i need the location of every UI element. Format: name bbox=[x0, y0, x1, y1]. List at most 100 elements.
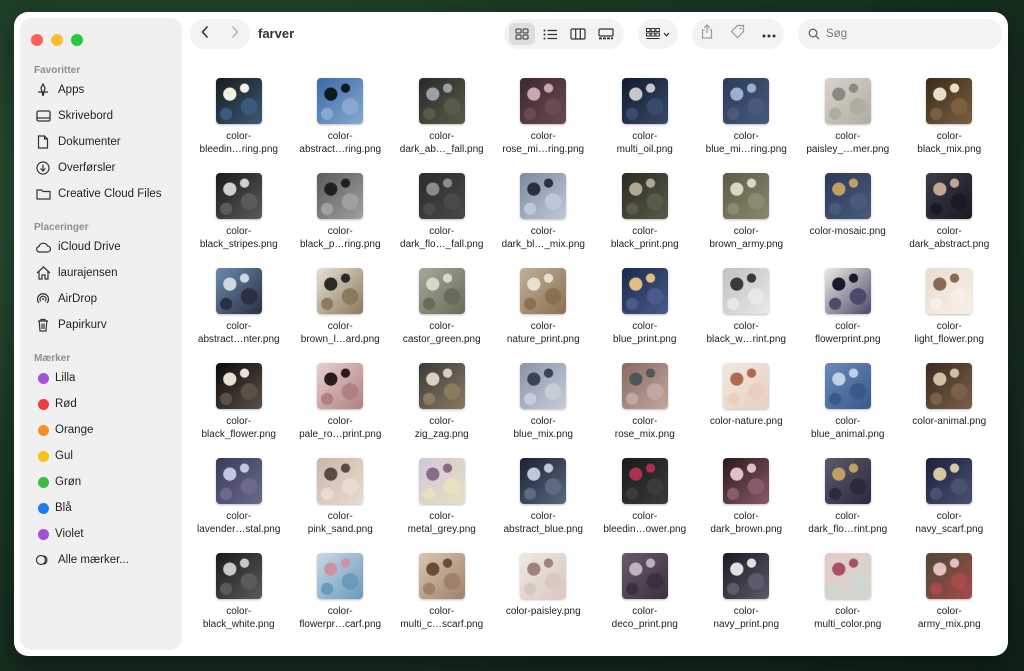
sidebar-item-trash[interactable]: Papirkurv bbox=[34, 314, 180, 336]
file-item[interactable]: color-black_print.png bbox=[594, 167, 696, 262]
file-item[interactable]: color-nature.png bbox=[696, 357, 798, 452]
file-item[interactable]: color-pale_ro…print.png bbox=[290, 357, 392, 452]
sidebar-tag-gron[interactable]: Grøn bbox=[34, 471, 180, 493]
file-item[interactable]: color-black_w…rint.png bbox=[696, 262, 798, 357]
file-item[interactable]: color-multi_oil.png bbox=[594, 72, 696, 167]
file-item[interactable]: color-blue_animal.png bbox=[797, 357, 899, 452]
file-item[interactable]: color-paisley.png bbox=[493, 547, 595, 642]
group-grid-icon bbox=[646, 28, 660, 39]
file-item[interactable]: color-navy_print.png bbox=[696, 547, 798, 642]
file-item[interactable]: color-light_flower.png bbox=[899, 262, 1001, 357]
file-item[interactable]: color-multi_c…scarf.png bbox=[391, 547, 493, 642]
file-item[interactable]: color-black_mix.png bbox=[899, 72, 1001, 167]
file-item[interactable]: color-pink_sand.png bbox=[290, 452, 392, 547]
file-item[interactable]: color-black_flower.png bbox=[188, 357, 290, 452]
file-name-line1: color- bbox=[835, 321, 861, 332]
file-item[interactable]: color-brown_army.png bbox=[696, 167, 798, 262]
minimize-window-button[interactable] bbox=[51, 34, 63, 46]
file-item[interactable]: color-bleedin…ower.png bbox=[594, 452, 696, 547]
file-item[interactable]: color-dark_ab…_fall.png bbox=[391, 72, 493, 167]
sidebar-tag-bla[interactable]: Blå bbox=[34, 497, 180, 519]
file-thumbnail bbox=[215, 363, 262, 409]
file-item[interactable]: color-abstract…ring.png bbox=[290, 72, 392, 167]
home-icon bbox=[34, 264, 52, 282]
sidebar-item-label: laurajensen bbox=[58, 267, 118, 279]
file-name-line2: pale_ro…print.png bbox=[299, 429, 382, 440]
file-item[interactable]: color-army_mix.png bbox=[899, 547, 1001, 642]
file-item[interactable]: color-blue_print.png bbox=[594, 262, 696, 357]
sidebar-tag-lilla[interactable]: Lilla bbox=[34, 367, 180, 389]
file-item[interactable]: color-dark_flo…_fall.png bbox=[391, 167, 493, 262]
tag-button[interactable] bbox=[730, 24, 745, 44]
sidebar-item-desktop[interactable]: Skrivebord bbox=[34, 105, 180, 127]
file-thumbnail bbox=[824, 78, 871, 124]
sidebar-item-creative-cloud[interactable]: Creative Cloud Files bbox=[34, 183, 180, 205]
file-item[interactable]: color-dark_flo…rint.png bbox=[797, 452, 899, 547]
search-field[interactable] bbox=[798, 19, 1002, 49]
file-item[interactable]: color-dark_bl…_mix.png bbox=[493, 167, 595, 262]
sidebar-tag-gul[interactable]: Gul bbox=[34, 445, 180, 467]
file-name: color-nature.png bbox=[710, 415, 783, 428]
file-item[interactable]: color-animal.png bbox=[899, 357, 1001, 452]
file-name-line1: color- bbox=[226, 511, 252, 522]
file-item[interactable]: color-flowerpr…carf.png bbox=[290, 547, 392, 642]
window-title: farver bbox=[258, 26, 295, 41]
close-window-button[interactable] bbox=[31, 34, 43, 46]
sidebar-tag-orange[interactable]: Orange bbox=[34, 419, 180, 441]
column-view-button[interactable] bbox=[565, 23, 591, 45]
file-item[interactable]: color-castor_green.png bbox=[391, 262, 493, 357]
file-item[interactable]: color-black_p…ring.png bbox=[290, 167, 392, 262]
file-item[interactable]: color-black_stripes.png bbox=[188, 167, 290, 262]
file-item[interactable]: color-nature_print.png bbox=[493, 262, 595, 357]
sidebar-tag-violet[interactable]: Violet bbox=[34, 523, 180, 545]
sidebar-item-icloud[interactable]: iCloud Drive bbox=[34, 236, 180, 258]
file-item[interactable]: color-lavender…stal.png bbox=[188, 452, 290, 547]
file-item[interactable]: color-mosaic.png bbox=[797, 167, 899, 262]
file-item[interactable]: color-rose_mix.png bbox=[594, 357, 696, 452]
view-switcher bbox=[504, 19, 624, 49]
file-thumbnail bbox=[723, 553, 770, 599]
file-name-line1: color- bbox=[936, 131, 962, 142]
back-button[interactable] bbox=[200, 25, 210, 44]
sidebar-item-airdrop[interactable]: AirDrop bbox=[34, 288, 180, 310]
sidebar-tag-rod[interactable]: Rød bbox=[34, 393, 180, 415]
file-item[interactable]: color-multi_color.png bbox=[797, 547, 899, 642]
file-item[interactable]: color-metal_grey.png bbox=[391, 452, 493, 547]
file-item[interactable]: color-blue_mix.png bbox=[493, 357, 595, 452]
sidebar-item-downloads[interactable]: Overførsler bbox=[34, 157, 180, 179]
file-name-line2: black_stripes.png bbox=[199, 239, 278, 250]
file-item[interactable]: color-black_white.png bbox=[188, 547, 290, 642]
file-item[interactable]: color-paisley_…mer.png bbox=[797, 72, 899, 167]
file-item[interactable]: color-dark_brown.png bbox=[696, 452, 798, 547]
file-thumbnail bbox=[317, 268, 364, 314]
sidebar-item-home[interactable]: laurajensen bbox=[34, 262, 180, 284]
file-item[interactable]: color-bleedin…ring.png bbox=[188, 72, 290, 167]
file-item[interactable]: color-abstract…nter.png bbox=[188, 262, 290, 357]
group-by-button[interactable] bbox=[638, 19, 678, 49]
file-item[interactable]: color-rose_mi…ring.png bbox=[493, 72, 595, 167]
share-button[interactable] bbox=[701, 24, 713, 44]
sidebar-item-apps[interactable]: Apps bbox=[34, 79, 180, 101]
forward-button[interactable] bbox=[230, 25, 240, 44]
sidebar-item-all-tags[interactable]: Alle mærker... bbox=[34, 549, 180, 571]
search-input[interactable] bbox=[826, 28, 986, 40]
file-item[interactable]: color-abstract_blue.png bbox=[493, 452, 595, 547]
list-view-button[interactable] bbox=[537, 23, 563, 45]
more-actions-button[interactable] bbox=[762, 25, 776, 43]
zoom-window-button[interactable] bbox=[71, 34, 83, 46]
file-item[interactable]: color-brown_l…ard.png bbox=[290, 262, 392, 357]
file-name: color-multi_color.png bbox=[814, 605, 881, 631]
share-icon bbox=[701, 24, 712, 39]
file-thumbnail bbox=[520, 458, 567, 504]
sidebar-item-label: Grøn bbox=[55, 476, 82, 488]
file-item[interactable]: color-navy_scarf.png bbox=[899, 452, 1001, 547]
file-item[interactable]: color-flowerprint.png bbox=[797, 262, 899, 357]
file-item[interactable]: color-dark_abstract.png bbox=[899, 167, 1001, 262]
file-name-line2: light_flower.png bbox=[914, 334, 985, 345]
file-item[interactable]: color-zig_zag.png bbox=[391, 357, 493, 452]
gallery-view-button[interactable] bbox=[593, 23, 619, 45]
sidebar-item-documents[interactable]: Dokumenter bbox=[34, 131, 180, 153]
icon-view-button[interactable] bbox=[509, 23, 535, 45]
file-item[interactable]: color-blue_mi…ring.png bbox=[696, 72, 798, 167]
file-item[interactable]: color-deco_print.png bbox=[594, 547, 696, 642]
